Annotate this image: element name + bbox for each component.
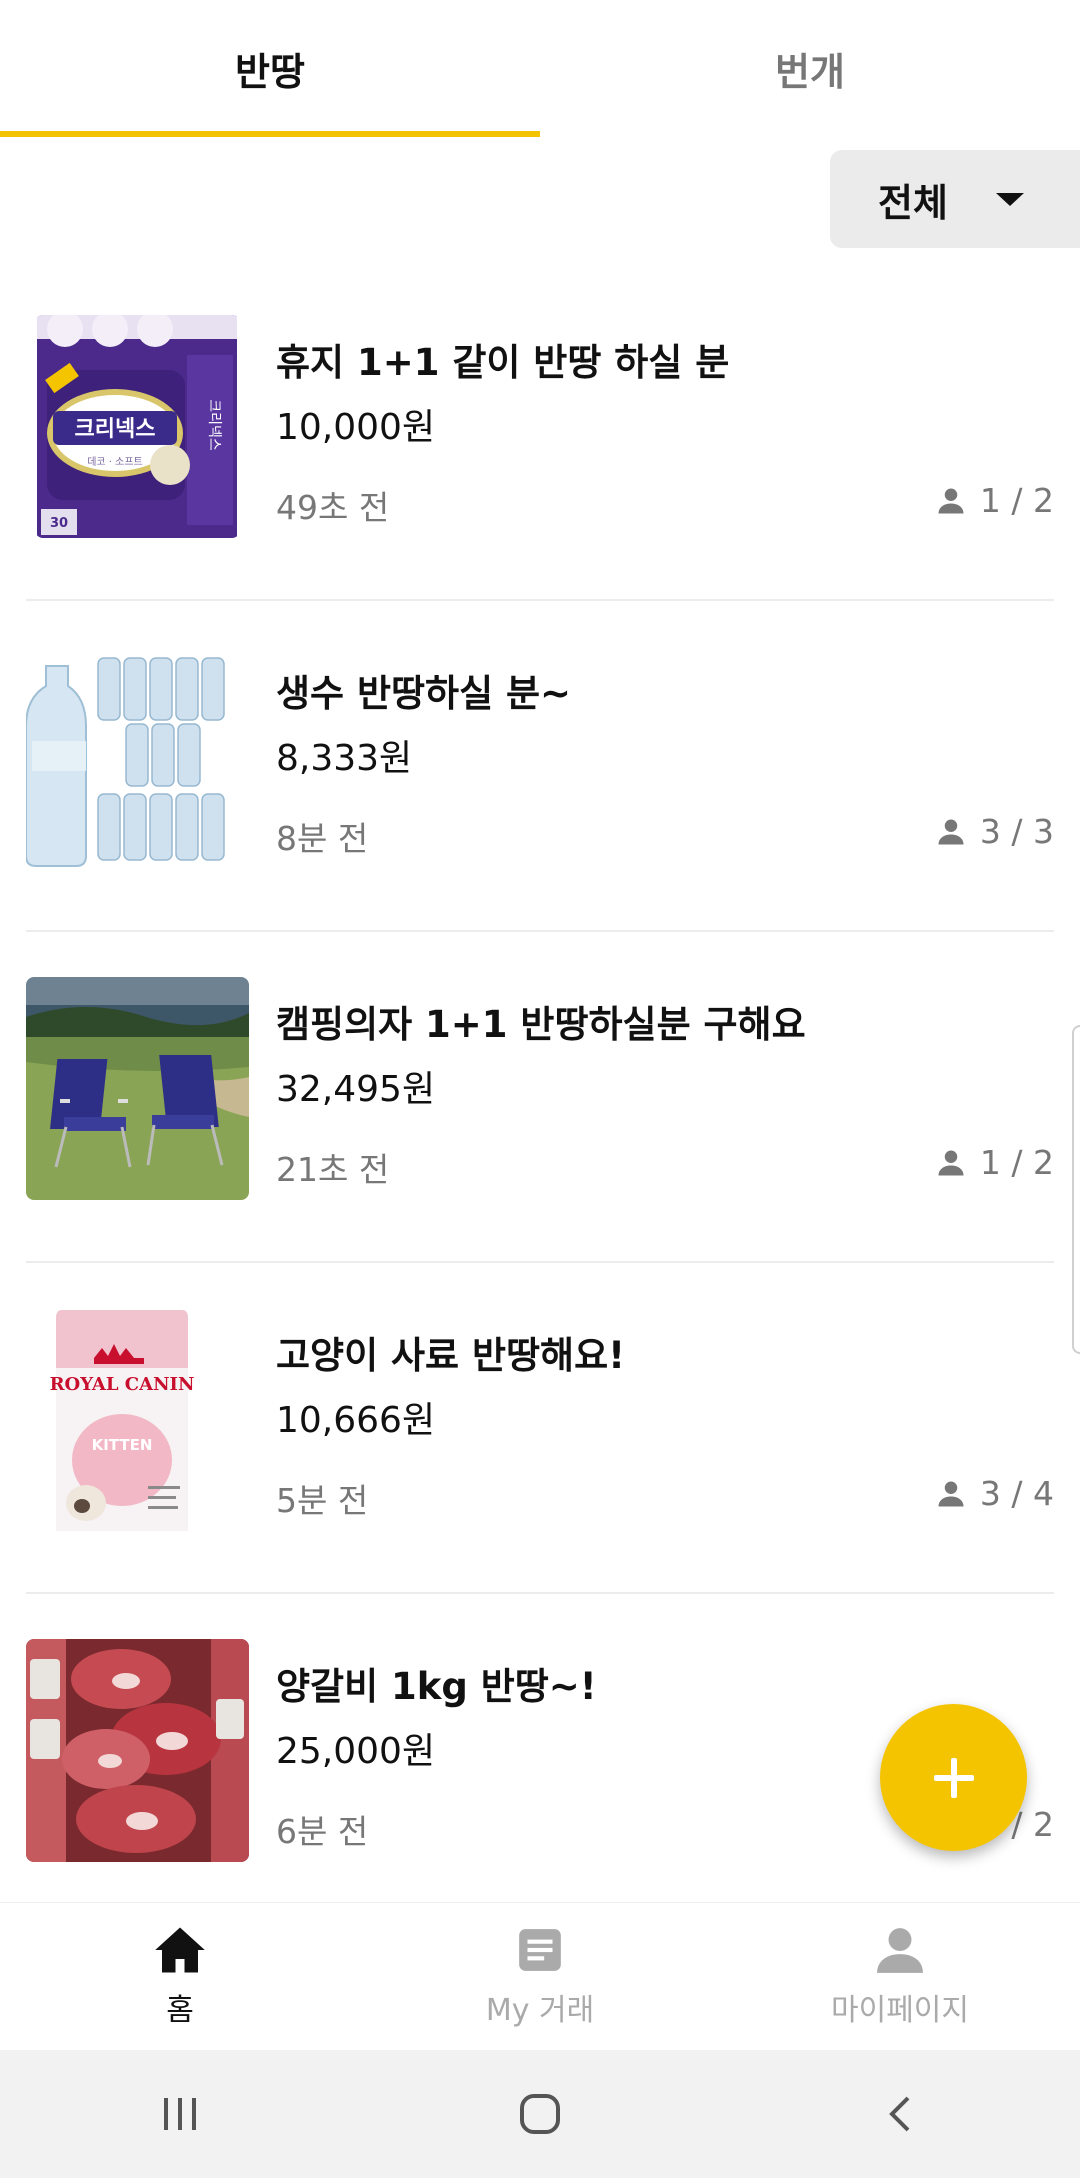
svg-text:30: 30 bbox=[50, 516, 68, 531]
list-item[interactable]: ROYAL CANIN KITTEN 고양이 사료 반땅해요! 10,666원 … bbox=[0, 1263, 1080, 1594]
participants: 3 / 3 bbox=[936, 812, 1054, 851]
svg-text:크리넥스: 크리넥스 bbox=[75, 417, 156, 442]
person-icon bbox=[938, 488, 964, 513]
item-price: 25,000원 bbox=[276, 1731, 436, 1772]
nav-my-trades[interactable]: My 거래 bbox=[360, 1903, 720, 2051]
svg-text:데코 · 소프트: 데코 · 소프트 bbox=[87, 456, 143, 468]
item-time: 5분 전 bbox=[276, 1481, 369, 1520]
list-item[interactable]: 크리넥스 데코 · 소프트 크리넥스 30 휴지 1+1 같이 반땅 하실 분 … bbox=[0, 270, 1080, 601]
toilet-paper-image: 크리넥스 데코 · 소프트 크리넥스 30 bbox=[35, 315, 240, 538]
system-nav-bar bbox=[0, 2050, 1080, 2178]
tab-bandang[interactable]: 반땅 bbox=[0, 0, 540, 137]
caret-down-icon bbox=[995, 192, 1024, 206]
item-price: 10,000원 bbox=[276, 407, 436, 448]
nav-mypage[interactable]: 마이페이지 bbox=[720, 1903, 1080, 2051]
participant-count: 3 / 4 bbox=[979, 1474, 1054, 1513]
home-icon bbox=[155, 1927, 205, 1973]
item-title: 양갈비 1kg 반땅~! bbox=[276, 1665, 597, 1708]
document-icon bbox=[519, 1929, 561, 1971]
participants: 1 / 2 bbox=[936, 481, 1054, 520]
item-title: 생수 반땅하실 분~ bbox=[276, 672, 572, 715]
person-icon bbox=[938, 1481, 964, 1506]
svg-text:ROYAL CANIN: ROYAL CANIN bbox=[50, 1374, 195, 1395]
top-tabs: 반땅 번개 bbox=[0, 0, 1080, 137]
recents-icon bbox=[164, 2098, 196, 2130]
participants: 1 / 2 bbox=[936, 1143, 1054, 1182]
scrollbar[interactable] bbox=[1072, 1025, 1080, 1354]
cat-food-image: ROYAL CANIN KITTEN bbox=[26, 1308, 249, 1531]
svg-text:KITTEN: KITTEN bbox=[92, 1436, 153, 1454]
system-home-button[interactable] bbox=[480, 2074, 600, 2154]
back-icon bbox=[889, 2096, 910, 2132]
post-list: 크리넥스 데코 · 소프트 크리넥스 30 휴지 1+1 같이 반땅 하실 분 … bbox=[0, 270, 1080, 1925]
add-post-button[interactable] bbox=[880, 1704, 1027, 1851]
item-time: 21초 전 bbox=[276, 1150, 390, 1189]
participant-count: 3 / 3 bbox=[979, 812, 1054, 851]
svg-text:크리넥스: 크리넥스 bbox=[206, 399, 222, 451]
person-icon bbox=[938, 819, 964, 844]
back-button[interactable] bbox=[840, 2074, 960, 2154]
plus-icon bbox=[933, 1757, 974, 1798]
item-title: 캠핑의자 1+1 반땅하실분 구해요 bbox=[276, 1003, 806, 1046]
nav-home[interactable]: 홈 bbox=[0, 1903, 360, 2051]
list-item[interactable]: 생수 반땅하실 분~ 8,333원 8분 전 3 / 3 bbox=[0, 601, 1080, 932]
lamb-ribs-image bbox=[26, 1639, 249, 1862]
camping-chairs-image bbox=[26, 977, 249, 1200]
participants: 3 / 4 bbox=[936, 1474, 1054, 1513]
nav-label: 마이페이지 bbox=[831, 1993, 969, 2028]
item-time: 6분 전 bbox=[276, 1812, 369, 1851]
water-bottles-image bbox=[26, 646, 249, 869]
tab-label: 번개 bbox=[775, 50, 845, 94]
participant-count: 1 / 2 bbox=[979, 1143, 1054, 1182]
person-icon bbox=[877, 1928, 923, 1973]
filter-label: 전체 bbox=[878, 180, 948, 225]
item-price: 8,333원 bbox=[276, 738, 413, 779]
item-price: 10,666원 bbox=[276, 1400, 436, 1441]
item-title: 고양이 사료 반땅해요! bbox=[276, 1334, 625, 1377]
item-price: 32,495원 bbox=[276, 1069, 436, 1110]
participant-count: 1 / 2 bbox=[979, 481, 1054, 520]
item-title: 휴지 1+1 같이 반땅 하실 분 bbox=[276, 341, 730, 384]
filter-dropdown[interactable]: 전체 bbox=[830, 150, 1080, 248]
home-circle-icon bbox=[520, 2094, 560, 2134]
nav-label: My 거래 bbox=[485, 1993, 595, 2028]
item-time: 8분 전 bbox=[276, 819, 369, 858]
bottom-nav: 홈 My 거래 마이페이지 bbox=[0, 1902, 1080, 2051]
tab-label: 반땅 bbox=[235, 50, 305, 94]
recents-button[interactable] bbox=[120, 2074, 240, 2154]
tab-beongae[interactable]: 번개 bbox=[540, 0, 1080, 137]
person-icon bbox=[938, 1150, 964, 1175]
list-item[interactable]: 캠핑의자 1+1 반땅하실분 구해요 32,495원 21초 전 1 / 2 bbox=[0, 932, 1080, 1263]
item-time: 49초 전 bbox=[276, 488, 390, 527]
nav-label: 홈 bbox=[166, 1993, 194, 2028]
